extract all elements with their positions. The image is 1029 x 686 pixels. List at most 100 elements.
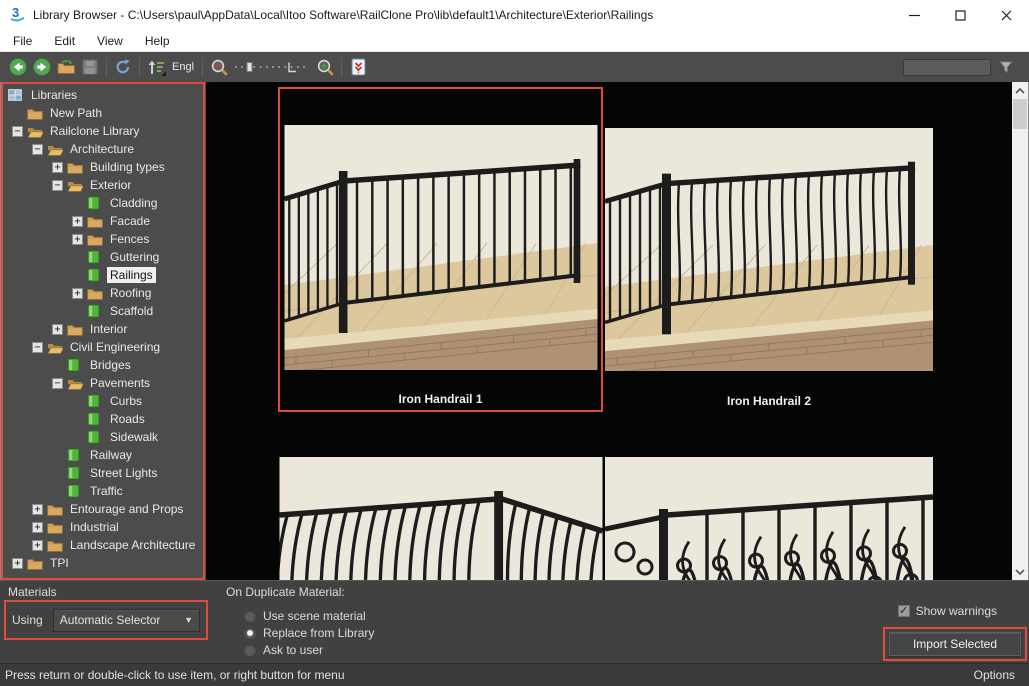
material-selector-value: Automatic Selector <box>60 613 161 627</box>
tree-item-label: Bridges <box>87 357 134 373</box>
tree-item-railway[interactable]: Railway <box>3 446 203 464</box>
radio-button-icon[interactable] <box>244 627 256 639</box>
back-button[interactable] <box>6 55 30 79</box>
refresh-button[interactable] <box>111 55 135 79</box>
tree-item-street-lights[interactable]: Street Lights <box>3 464 203 482</box>
tree-item-label: TPI <box>47 555 72 571</box>
tree-item-building-types[interactable]: +Building types <box>3 158 203 176</box>
tree-item-bridges[interactable]: Bridges <box>3 356 203 374</box>
tree-item-railclone-library[interactable]: −Railclone Library <box>3 122 203 140</box>
tree-item-label: Roofing <box>107 285 154 301</box>
tree-expander-icon[interactable]: + <box>52 162 63 173</box>
folder-icon <box>67 160 83 175</box>
tree-item-facade[interactable]: +Facade <box>3 212 203 230</box>
vertical-scrollbar[interactable] <box>1012 82 1028 580</box>
thumbnail-iron-handrail-2[interactable]: Iron Handrail 2 <box>604 87 934 412</box>
duplicate-material-title: On Duplicate Material: <box>226 585 345 599</box>
tree-item-label: Street Lights <box>87 465 160 481</box>
thumbnail-size-slider[interactable] <box>231 57 313 77</box>
tree-expander-icon[interactable]: − <box>12 126 23 137</box>
tree-expander-icon[interactable]: − <box>32 144 43 155</box>
window-controls <box>891 0 1029 30</box>
library-book-icon <box>87 394 103 409</box>
tree-item-architecture[interactable]: − Architecture <box>3 140 203 158</box>
libraries-root-icon <box>8 88 24 103</box>
radio-button-icon[interactable] <box>244 610 256 622</box>
sort-button[interactable] <box>144 55 168 79</box>
language-label[interactable]: Engl <box>168 61 198 73</box>
tree-item-entourage-and-props[interactable]: +Entourage and Props <box>3 500 203 518</box>
tree-expander-icon[interactable]: + <box>72 216 83 227</box>
material-selector-dropdown[interactable]: Automatic Selector ▼ <box>53 609 200 632</box>
zoom-out-button[interactable] <box>207 55 231 79</box>
tree-expander-icon[interactable]: − <box>52 378 63 389</box>
tree-item-roads[interactable]: Roads <box>3 410 203 428</box>
menu-view[interactable]: View <box>86 32 134 50</box>
radio-replace-from-library[interactable]: Replace from Library <box>244 624 374 641</box>
import-selected-button[interactable]: Import Selected <box>889 632 1021 656</box>
tree-item-fences[interactable]: +Fences <box>3 230 203 248</box>
tree-item-cladding[interactable]: Cladding <box>3 194 203 212</box>
show-warnings-checkbox[interactable]: ✓ <box>898 605 910 617</box>
tree-item-roofing[interactable]: + Roofing <box>3 284 203 302</box>
tree-item-pavements[interactable]: −Pavements <box>3 374 203 392</box>
open-library-button[interactable] <box>54 55 78 79</box>
tree-item-curbs[interactable]: Curbs <box>3 392 203 410</box>
forward-button[interactable] <box>30 55 54 79</box>
tree-item-label: Railings <box>107 267 156 283</box>
radio-use-scene-material[interactable]: Use scene material <box>244 607 374 624</box>
tree-expander-icon[interactable]: + <box>32 504 43 515</box>
menu-edit[interactable]: Edit <box>43 32 86 50</box>
close-button[interactable] <box>983 0 1029 30</box>
thumbnail-item-3[interactable] <box>278 414 603 580</box>
tree-expander-icon[interactable]: + <box>52 324 63 335</box>
tree-item-landscape-architecture[interactable]: +Landscape Architecture <box>3 536 203 554</box>
menu-help[interactable]: Help <box>134 32 181 50</box>
tree-item-label: Architecture <box>67 141 137 157</box>
tree-item-traffic[interactable]: Traffic <box>3 482 203 500</box>
tree-expander-icon[interactable]: + <box>72 234 83 245</box>
thumbnail-iron-handrail-1[interactable]: Iron Handrail 1 <box>278 87 603 412</box>
tree-expander-icon[interactable]: + <box>32 540 43 551</box>
show-warnings-label: Show warnings <box>916 604 997 618</box>
tree-item-railings[interactable]: Railings <box>3 266 203 284</box>
minimize-button[interactable] <box>891 0 937 30</box>
tree-expander-icon[interactable]: + <box>12 558 23 569</box>
folder-icon <box>47 502 63 517</box>
tree-item-civil-engineering[interactable]: −Civil Engineering <box>3 338 203 356</box>
tree-expander-icon[interactable]: + <box>32 522 43 533</box>
maximize-button[interactable] <box>937 0 983 30</box>
materials-toggle-button[interactable] <box>346 55 370 79</box>
tree-item-exterior[interactable]: −Exterior <box>3 176 203 194</box>
tree-item-scaffold[interactable]: Scaffold <box>3 302 203 320</box>
library-book-icon <box>67 448 83 463</box>
tree-item-new-path[interactable]: New Path <box>3 104 203 122</box>
tree-expander-icon[interactable]: − <box>52 180 63 191</box>
tree-expander-icon[interactable]: + <box>72 288 83 299</box>
radio-ask-to-user[interactable]: Ask to user <box>244 641 374 658</box>
show-warnings-row[interactable]: ✓ Show warnings <box>898 604 997 618</box>
tree-item-tpi[interactable]: + TPI <box>3 554 203 572</box>
library-book-icon <box>87 250 103 265</box>
options-link[interactable]: Options <box>974 668 1015 682</box>
folder-icon <box>87 232 103 247</box>
zoom-in-button[interactable] <box>313 55 337 79</box>
thumbnail-item-4[interactable] <box>604 414 934 580</box>
scroll-down-button[interactable] <box>1012 563 1028 580</box>
radio-button-icon[interactable] <box>244 644 256 656</box>
scrollbar-thumb[interactable] <box>1013 99 1027 129</box>
tree-item-sidewalk[interactable]: Sidewalk <box>3 428 203 446</box>
tree-item-interior[interactable]: +Interior <box>3 320 203 338</box>
filter-funnel-icon[interactable] <box>995 56 1017 78</box>
menu-file[interactable]: File <box>2 32 43 50</box>
radio-label: Replace from Library <box>263 626 374 640</box>
save-button[interactable] <box>78 55 102 79</box>
tree-item-industrial[interactable]: +Industrial <box>3 518 203 536</box>
tree-item-libraries[interactable]: Libraries <box>3 86 203 104</box>
search-input[interactable] <box>903 59 991 76</box>
folder-icon <box>27 556 43 571</box>
import-options-panel: Materials Using Automatic Selector ▼ On … <box>0 580 1029 663</box>
tree-item-guttering[interactable]: Guttering <box>3 248 203 266</box>
scroll-up-button[interactable] <box>1012 82 1028 99</box>
tree-expander-icon[interactable]: − <box>32 342 43 353</box>
